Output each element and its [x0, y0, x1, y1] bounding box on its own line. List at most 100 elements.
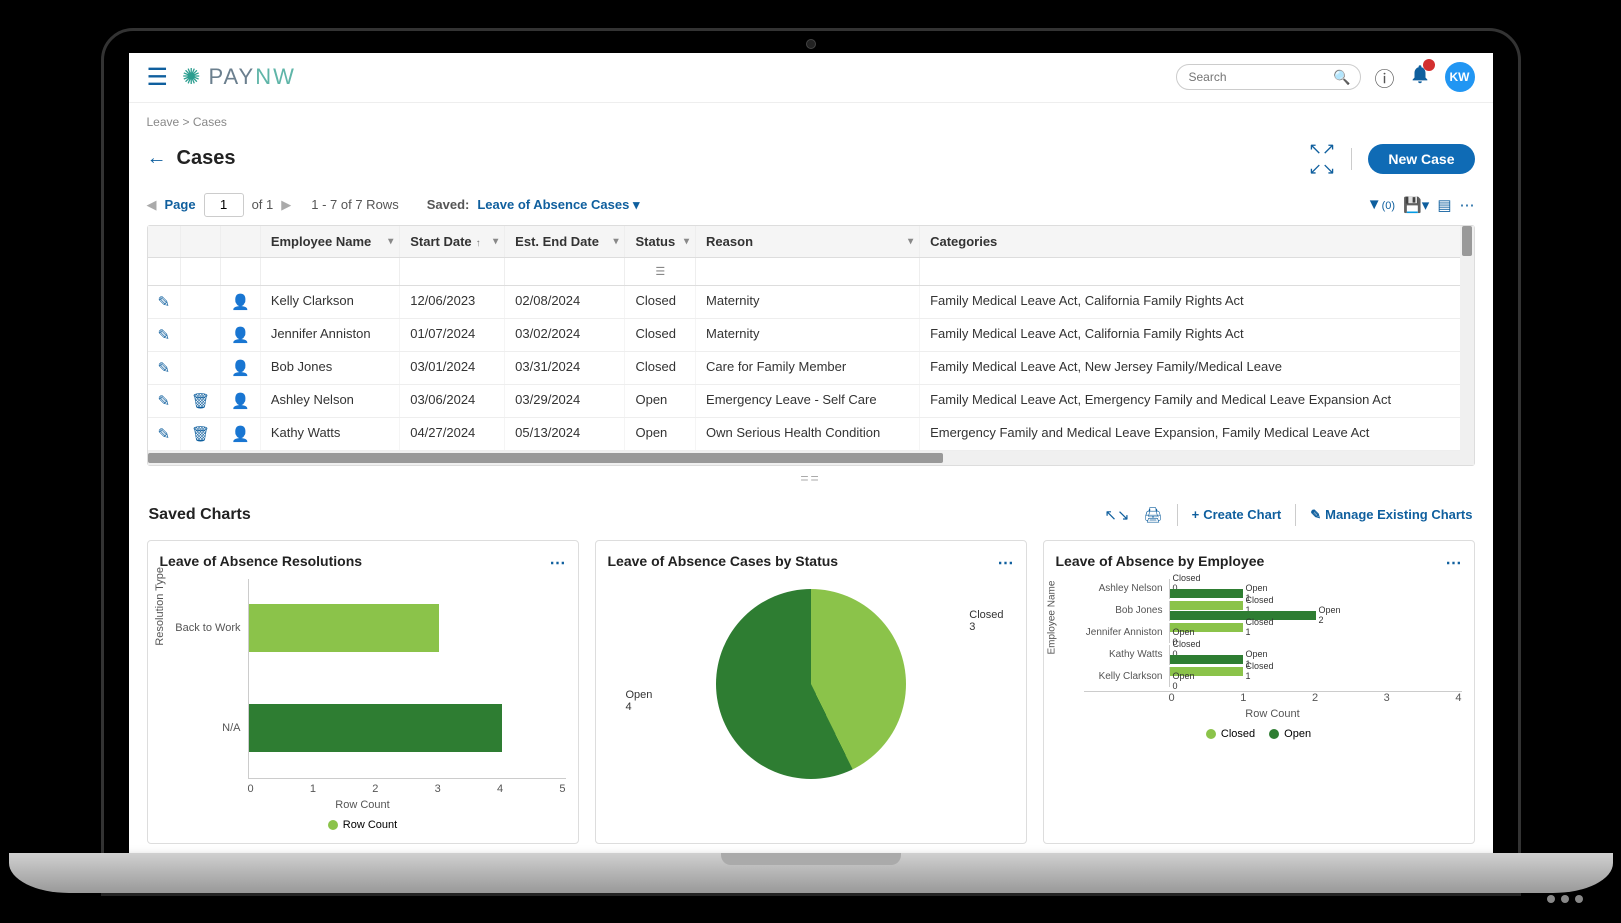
- logo-icon: ✺: [182, 64, 202, 90]
- chart3-title: Leave of Absence by Employee: [1056, 553, 1462, 569]
- bar: [249, 704, 503, 752]
- delete-icon[interactable]: 🗑: [181, 384, 221, 417]
- export-icon[interactable]: 💾▾: [1403, 196, 1429, 214]
- cell-categories: Family Medical Leave Act, New Jersey Fam…: [920, 351, 1473, 384]
- saved-view-dropdown[interactable]: Leave of Absence Cases ▾: [477, 197, 639, 213]
- table-row: ✎ 🗑 👤 Ashley Nelson 03/06/2024 03/29/202…: [148, 384, 1474, 417]
- help-icon[interactable]: ⓘ: [1375, 63, 1395, 92]
- legend-item: Row Count: [328, 819, 397, 831]
- delete-icon[interactable]: [181, 285, 221, 318]
- table-row: ✎ 👤 Bob Jones 03/01/2024 03/31/2024 Clos…: [148, 351, 1474, 384]
- cell-reason: Care for Family Member: [696, 351, 920, 384]
- cell-status: Closed: [625, 285, 696, 318]
- page-input[interactable]: [204, 193, 244, 217]
- user-avatar[interactable]: KW: [1445, 62, 1475, 92]
- vertical-scrollbar[interactable]: [1460, 226, 1474, 451]
- col-employee[interactable]: Employee Name▾: [260, 226, 399, 258]
- page-title: Cases: [177, 147, 236, 170]
- resize-handle[interactable]: ==: [147, 466, 1475, 490]
- status-filter-icon[interactable]: ☰: [625, 257, 696, 285]
- emp-name: Jennifer Anniston: [1084, 627, 1169, 638]
- chart2-menu-icon[interactable]: ⋯: [998, 553, 1014, 573]
- chart3-ylabel: Employee Name: [1046, 581, 1057, 655]
- cell-end: 03/31/2024: [505, 351, 625, 384]
- delete-icon[interactable]: [181, 318, 221, 351]
- cell-reason: Maternity: [696, 318, 920, 351]
- person-icon[interactable]: 👤: [221, 285, 261, 318]
- col-end[interactable]: Est. End Date▾: [505, 226, 625, 258]
- chart-status: Leave of Absence Cases by Status ⋯ Close…: [595, 540, 1027, 844]
- page-label: Page: [165, 197, 196, 212]
- tick: 2: [1312, 692, 1318, 704]
- person-icon[interactable]: 👤: [221, 417, 261, 450]
- cell-status: Open: [625, 384, 696, 417]
- back-arrow-icon[interactable]: ←: [147, 147, 167, 170]
- brand-pay: PAY: [208, 64, 255, 89]
- cell-end: 05/13/2024: [505, 417, 625, 450]
- charts-expand-icon[interactable]: ↖↘: [1104, 506, 1129, 524]
- search-icon[interactable]: 🔍: [1333, 69, 1350, 86]
- breadcrumb[interactable]: Leave > Cases: [147, 115, 1475, 129]
- tick: 2: [372, 783, 378, 795]
- pie-label-open: Open4: [626, 689, 653, 713]
- edit-icon[interactable]: ✎: [148, 384, 181, 417]
- cell-status: Open: [625, 417, 696, 450]
- camera-dot: [806, 39, 816, 49]
- col-reason[interactable]: Reason▾: [696, 226, 920, 258]
- emp-name: Kathy Watts: [1084, 649, 1169, 660]
- more-icon[interactable]: ⋯: [1460, 196, 1475, 214]
- emp-bar-row: Kelly Clarkson Closed1 Open0: [1084, 667, 1462, 687]
- edit-icon[interactable]: ✎: [148, 318, 181, 351]
- bar-category: Back to Work: [171, 622, 241, 634]
- edit-icon[interactable]: ✎: [148, 285, 181, 318]
- delete-icon[interactable]: [181, 351, 221, 384]
- edit-icon[interactable]: ✎: [148, 417, 181, 450]
- horizontal-scrollbar[interactable]: [148, 451, 1474, 465]
- edit-icon[interactable]: ✎: [148, 351, 181, 384]
- pie-chart: [716, 589, 906, 779]
- cell-name: Kelly Clarkson: [260, 285, 399, 318]
- emp-name: Bob Jones: [1084, 605, 1169, 616]
- emp-name: Ashley Nelson: [1084, 583, 1169, 594]
- saved-label: Saved:: [427, 197, 470, 212]
- tick: 0: [1169, 692, 1175, 704]
- notifications-icon[interactable]: [1409, 63, 1431, 91]
- new-case-button[interactable]: New Case: [1368, 144, 1474, 174]
- chart-resolutions: Leave of Absence Resolutions ⋯ Resolutio…: [147, 540, 579, 844]
- filter-icon[interactable]: ▼(0): [1367, 196, 1395, 213]
- bar-closed: [1170, 601, 1243, 610]
- menu-icon[interactable]: ☰: [147, 63, 169, 92]
- table-row: ✎ 👤 Kelly Clarkson 12/06/2023 02/08/2024…: [148, 285, 1474, 318]
- next-page-icon[interactable]: ▶: [281, 197, 291, 213]
- person-icon[interactable]: 👤: [221, 351, 261, 384]
- tick: 1: [310, 783, 316, 795]
- col-status[interactable]: Status▾: [625, 226, 696, 258]
- delete-icon[interactable]: 🗑: [181, 417, 221, 450]
- cell-start: 03/01/2024: [400, 351, 505, 384]
- cell-categories: Family Medical Leave Act, California Fam…: [920, 285, 1473, 318]
- chart1-menu-icon[interactable]: ⋯: [550, 553, 566, 573]
- cell-categories: Family Medical Leave Act, Emergency Fami…: [920, 384, 1473, 417]
- tick: 1: [1240, 692, 1246, 704]
- manage-charts-link[interactable]: ✎ Manage Existing Charts: [1310, 507, 1472, 523]
- saved-charts-title: Saved Charts: [149, 506, 251, 524]
- chart3-xlabel: Row Count: [1084, 708, 1462, 720]
- top-bar: ☰ ✺ PAYNW 🔍 ⓘ KW: [129, 53, 1493, 103]
- col-start[interactable]: Start Date↑▾: [400, 226, 505, 258]
- tick: 3: [1384, 692, 1390, 704]
- emp-bar-row: Jennifer Anniston Closed1 Open0: [1084, 623, 1462, 643]
- cell-end: 03/02/2024: [505, 318, 625, 351]
- tick: 5: [559, 783, 565, 795]
- person-icon[interactable]: 👤: [221, 318, 261, 351]
- print-icon[interactable]: 🖨: [1144, 506, 1163, 524]
- cell-reason: Maternity: [696, 285, 920, 318]
- columns-icon[interactable]: ▤: [1437, 196, 1451, 214]
- person-icon[interactable]: 👤: [221, 384, 261, 417]
- tick: 4: [497, 783, 503, 795]
- chart3-menu-icon[interactable]: ⋯: [1446, 553, 1462, 573]
- expand-icon[interactable]: ↖↗↙↘: [1309, 139, 1336, 179]
- cell-end: 02/08/2024: [505, 285, 625, 318]
- create-chart-link[interactable]: + Create Chart: [1192, 507, 1282, 522]
- prev-page-icon[interactable]: ◀: [147, 197, 157, 213]
- col-categories[interactable]: Categories: [920, 226, 1473, 258]
